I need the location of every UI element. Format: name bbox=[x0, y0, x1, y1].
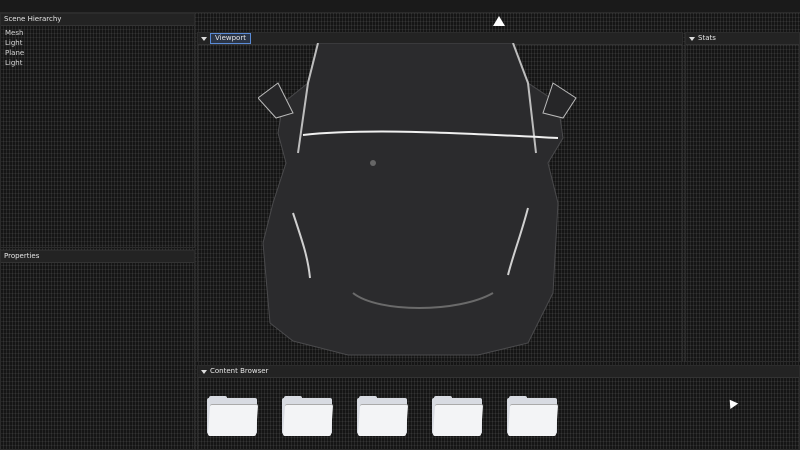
folder-grid bbox=[207, 396, 559, 436]
chevron-down-icon[interactable] bbox=[689, 36, 695, 41]
hierarchy-item[interactable]: Light bbox=[5, 58, 190, 68]
tab-viewport[interactable]: Viewport bbox=[210, 33, 251, 44]
properties-panel: Properties bbox=[0, 250, 195, 450]
stats-title: Stats bbox=[698, 34, 716, 42]
properties-header: Properties bbox=[1, 251, 194, 263]
scene-hierarchy-list: Mesh Light Plane Light bbox=[1, 26, 194, 70]
folder-icon[interactable] bbox=[357, 396, 409, 436]
content-browser-header: Content Browser bbox=[198, 366, 799, 378]
mouse-cursor-icon bbox=[493, 16, 505, 26]
stats-panel: Stats bbox=[685, 32, 800, 362]
car-model bbox=[257, 42, 578, 358]
top-strip bbox=[0, 0, 800, 13]
car-render bbox=[257, 42, 577, 356]
chevron-down-icon[interactable] bbox=[201, 36, 207, 41]
content-browser-title: Content Browser bbox=[210, 367, 269, 375]
scene-hierarchy-title: Scene Hierarchy bbox=[4, 15, 62, 23]
scene-hierarchy-panel: Scene Hierarchy Mesh Light Plane Light bbox=[0, 13, 195, 248]
folder-icon[interactable] bbox=[432, 396, 484, 436]
folder-icon[interactable] bbox=[282, 396, 334, 436]
properties-title: Properties bbox=[4, 252, 40, 260]
hierarchy-item[interactable]: Light bbox=[5, 38, 190, 48]
hierarchy-item[interactable]: Mesh bbox=[5, 28, 190, 38]
chevron-down-icon[interactable] bbox=[201, 369, 207, 374]
folder-icon[interactable] bbox=[507, 396, 559, 436]
scene-hierarchy-header: Scene Hierarchy bbox=[1, 14, 194, 26]
stats-header: Stats bbox=[686, 33, 799, 45]
folder-icon[interactable] bbox=[207, 396, 259, 436]
hierarchy-item[interactable]: Plane bbox=[5, 48, 190, 58]
